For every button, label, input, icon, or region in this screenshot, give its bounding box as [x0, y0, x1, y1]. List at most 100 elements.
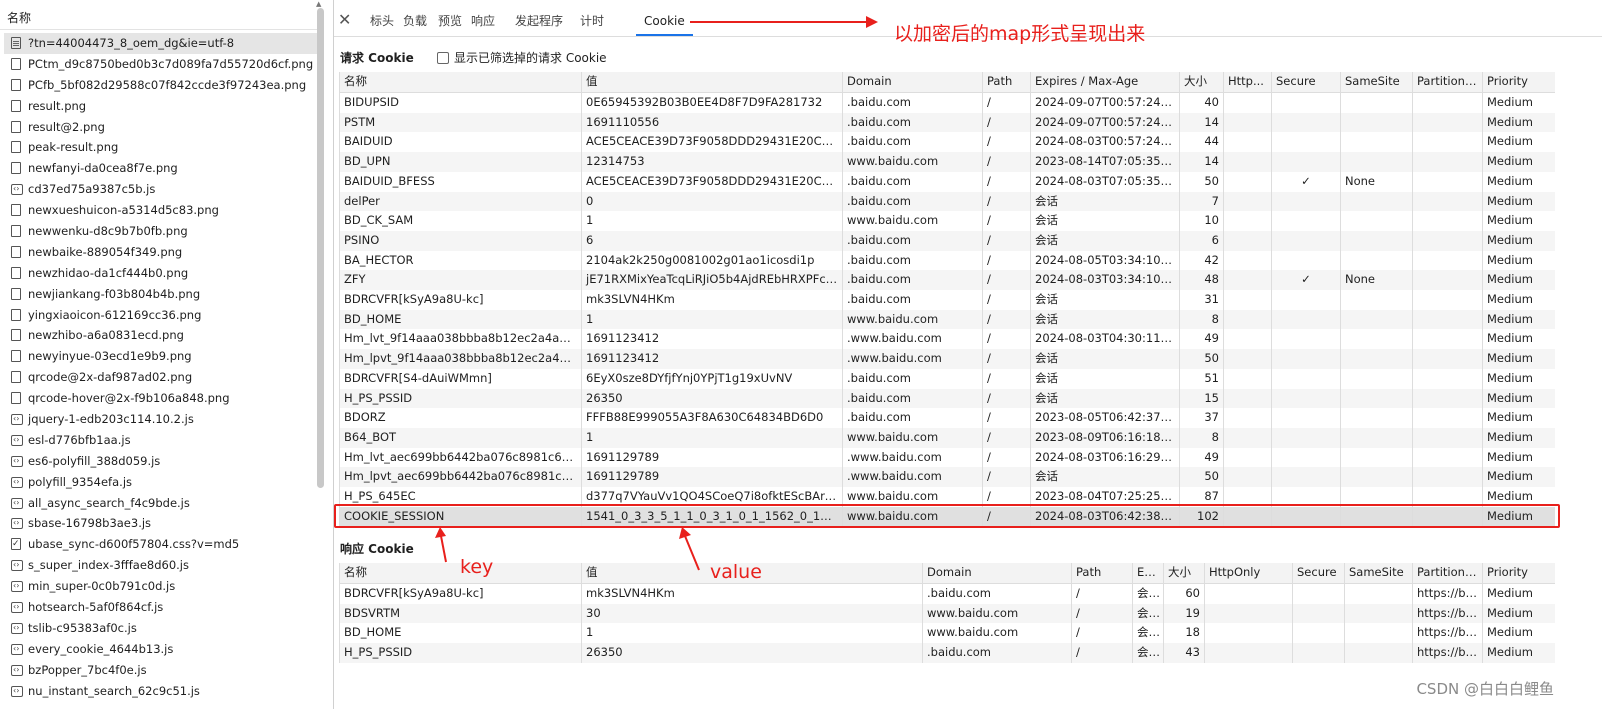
request-list-item[interactable]: newzhidao-da1cf444b0.png [4, 263, 318, 284]
cookie-row[interactable]: BD_HOME 1 www.baidu.com / 会话 8 Medium [339, 309, 1555, 330]
column-header[interactable]: Expires / Max-Age [1030, 72, 1180, 93]
cookie-row[interactable]: Hm_lvt_aec699bb6442ba076c8981c6dc490...1… [339, 447, 1555, 468]
column-header[interactable]: Domain [922, 563, 1072, 584]
cookie-row[interactable]: delPer 0 .baidu.com / 会话 7 Medium [339, 191, 1555, 212]
cookie-row[interactable]: BDSVRTM 30 www.baidu.com / 会话 19 https://ba...… [339, 603, 1555, 624]
cookie-row[interactable]: PSTM 1691110556 .baidu.com/2024-09-07T00:5… [339, 112, 1555, 133]
request-list-item[interactable]: ?tn=44004473_8_oem_dg&ie=utf-8 [4, 33, 318, 54]
request-list-item[interactable]: newzhibo-a6a0831ecd.png [4, 325, 318, 346]
cookie-cell: / [982, 191, 1031, 212]
cookie-row[interactable]: BDORZ FFFB88E999055A3F8A630C64834BD6D0 .ba… [339, 408, 1555, 428]
tab-0[interactable]: 标头 [370, 6, 394, 36]
request-list-item[interactable]: nu_instant_search_62c9c51.js [4, 681, 318, 702]
cookie-row[interactable]: BDRCVFR[S4-dAuiWMmn] 6EyX0sze8DYfjfYnj0YP… [339, 368, 1555, 389]
cookie-row[interactable]: BD_HOME 1 www.baidu.com / 会话 18 https://ba... M… [339, 623, 1555, 644]
request-list-item[interactable]: PCtm_d9c8750bed0b3c7d089fa7d55720d6cf.pn… [4, 54, 318, 75]
cookie-row[interactable]: B64_BOT 1 www.baidu.com/2023-08-09T06:16:1… [339, 427, 1555, 448]
column-header[interactable]: Path [1071, 563, 1133, 584]
tab-4[interactable]: 发起程序 [515, 6, 563, 36]
request-list-item[interactable]: hotsearch-5af0f864cf.js [4, 597, 318, 618]
request-list-item[interactable]: polyfill_9354efa.js [4, 472, 318, 493]
cookie-cell: / [982, 388, 1031, 409]
request-list-item[interactable]: PCfb_5bf082d29588c07f842ccde3f97243ea.pn… [4, 75, 318, 96]
request-list-item[interactable]: peak-result.png [4, 137, 318, 158]
request-list-item[interactable]: every_cookie_4644b13.js [4, 639, 318, 660]
column-header[interactable]: Secure [1271, 72, 1341, 93]
request-list-item[interactable]: es6-polyfill_388d059.js [4, 451, 318, 472]
tab-2[interactable]: 预览 [438, 6, 462, 36]
request-list-item[interactable]: ubase_sync-d600f57804.css?v=md5 [4, 534, 318, 555]
show-filtered-cookies-toggle[interactable]: 显示已筛选掉的请求 Cookie [437, 49, 607, 66]
request-list-item[interactable]: newxueshuicon-a5314d5c83.png [4, 200, 318, 221]
request-list-item[interactable]: qrcode@2x-daf987ad02.png [4, 367, 318, 388]
cookie-cell: / [1071, 583, 1133, 604]
request-list-item[interactable]: sbase-16798b3ae3.js [4, 513, 318, 534]
column-header[interactable]: Priority [1482, 72, 1555, 93]
cookie-row[interactable]: BA_HECTOR 2104ak2k250g0081002g01ao1icosdi… [339, 250, 1555, 271]
column-header[interactable]: 大小 [1163, 563, 1205, 584]
cookie-row[interactable]: BAIDUID ACE5CEACE39D73F9058DDD29431E20CB:… [339, 132, 1555, 153]
column-header[interactable]: Domain [842, 72, 983, 93]
scroll-up-icon[interactable]: ▲ [316, 0, 321, 8]
column-header[interactable]: Priority [1482, 563, 1555, 584]
column-header[interactable]: Partition ... [1412, 72, 1483, 93]
cookie-row[interactable]: Hm_lvt_9f14aaa038bbba8b12ec2a4a3e51d... 1… [339, 329, 1555, 350]
request-list-scrollbar[interactable] [317, 8, 324, 488]
request-list-item[interactable]: newyinyue-03ecd1e9b9.png [4, 346, 318, 367]
cookie-cell: None [1340, 171, 1413, 192]
cookie-row[interactable]: BAIDUID_BFESS ACE5CEACE39D73F9058DDD29431… [339, 171, 1555, 192]
request-list-item[interactable]: newfanyi-da0cea8f7e.png [4, 158, 318, 179]
column-header[interactable]: Path [982, 72, 1031, 93]
cookie-row[interactable]: BD_CK_SAM 1 www.baidu.com / 会话 10 Medium [339, 211, 1555, 231]
column-header[interactable]: HttpOnly [1204, 563, 1293, 584]
column-header[interactable]: Secure [1292, 563, 1345, 584]
close-icon[interactable]: ✕ [338, 10, 351, 29]
cookie-cell: 44 [1179, 132, 1224, 153]
request-list-item[interactable]: qrcode-hover@2x-f9b106a848.png [4, 388, 318, 409]
tab-5[interactable]: 计时 [580, 6, 604, 36]
request-list-item[interactable]: esl-d776bfb1aa.js [4, 430, 318, 451]
cookie-row[interactable]: BDRCVFR[kSyA9a8U-kc] mk3SLVN4HKm .baidu.co… [339, 583, 1555, 604]
request-list-item-label: es6-polyfill_388d059.js [28, 453, 161, 468]
tab-3[interactable]: 响应 [471, 6, 495, 36]
request-list-item[interactable]: tslib-c95383af0c.js [4, 618, 318, 639]
column-header[interactable]: Http... [1223, 72, 1272, 93]
cookie-row[interactable]: Hm_lpvt_aec699bb6442ba076c8981c6dc49...1… [339, 467, 1555, 488]
request-list-item[interactable]: bzPopper_7bc4f0e.js [4, 660, 318, 681]
request-list-item[interactable]: newjiankang-f03b804b4b.png [4, 284, 318, 305]
request-list-item[interactable]: s_super_index-3fffae8d60.js [4, 555, 318, 576]
cookie-row[interactable]: BIDUPSID 0E65945392B03B0EE4D8F7D9FA281732… [339, 92, 1555, 113]
cookie-row[interactable]: PSINO 6 .baidu.com / 会话 6 Medium [339, 230, 1555, 251]
cookie-row[interactable]: ZFY jE71RXMixYeaTcqLiRJiO5b4AjdREbHRXPFcL… [339, 270, 1555, 291]
column-header[interactable]: SameSite [1344, 563, 1413, 584]
request-list-item-label: bzPopper_7bc4f0e.js [28, 662, 147, 677]
tab-6[interactable]: Cookie [636, 6, 693, 36]
request-list-item[interactable]: all_async_search_f4c9bde.js [4, 493, 318, 514]
name-column-header[interactable]: 名称 [0, 6, 318, 30]
request-list-item[interactable]: newbaike-889054f349.png [4, 242, 318, 263]
checkbox[interactable] [437, 51, 449, 64]
column-header[interactable]: 值 [581, 72, 843, 93]
cookie-row[interactable]: Hm_lpvt_9f14aaa038bbba8b12ec2a4a3e51... 1… [339, 349, 1555, 369]
request-list-item[interactable]: cd37ed75a9387c5b.js [4, 179, 318, 200]
request-list-item[interactable]: jquery-1-edb203c114.10.2.js [4, 409, 318, 430]
request-list-item[interactable]: yingxiaoicon-612169cc36.png [4, 305, 318, 326]
request-list-item[interactable]: min_super-0c0b791c0d.js [4, 576, 318, 597]
tab-1[interactable]: 负载 [403, 6, 427, 36]
request-list-item[interactable]: result@2.png [4, 117, 318, 138]
cookie-row[interactable]: H_PS_PSSID 26350 .baidu.com / 会话 15 Medium [339, 388, 1555, 409]
cookie-row[interactable]: BD_UPN 12314753 www.baidu.com/2023-08-14T0… [339, 152, 1555, 172]
cookie-row[interactable]: BDRCVFR[kSyA9a8U-kc] mk3SLVN4HKm .baidu.co… [339, 290, 1555, 310]
request-list-item[interactable]: newwenku-d8c9b7b0fb.png [4, 221, 318, 242]
column-header[interactable]: Partition ... [1412, 563, 1483, 584]
column-header[interactable]: 大小 [1179, 72, 1224, 93]
file-icon [11, 350, 21, 363]
request-list-item[interactable]: result.png [4, 96, 318, 117]
request-list-item-label: newjiankang-f03b804b4b.png [28, 286, 201, 301]
column-header[interactable]: 名称 [339, 72, 582, 93]
column-header[interactable]: SameSite [1340, 72, 1413, 93]
js-icon [11, 493, 23, 513]
file-icon [11, 99, 21, 112]
cookie-row[interactable]: H_PS_PSSID 26350 .baidu.com / 会话 43 https://ba… [339, 643, 1555, 663]
column-header[interactable]: Exp... [1132, 563, 1164, 584]
